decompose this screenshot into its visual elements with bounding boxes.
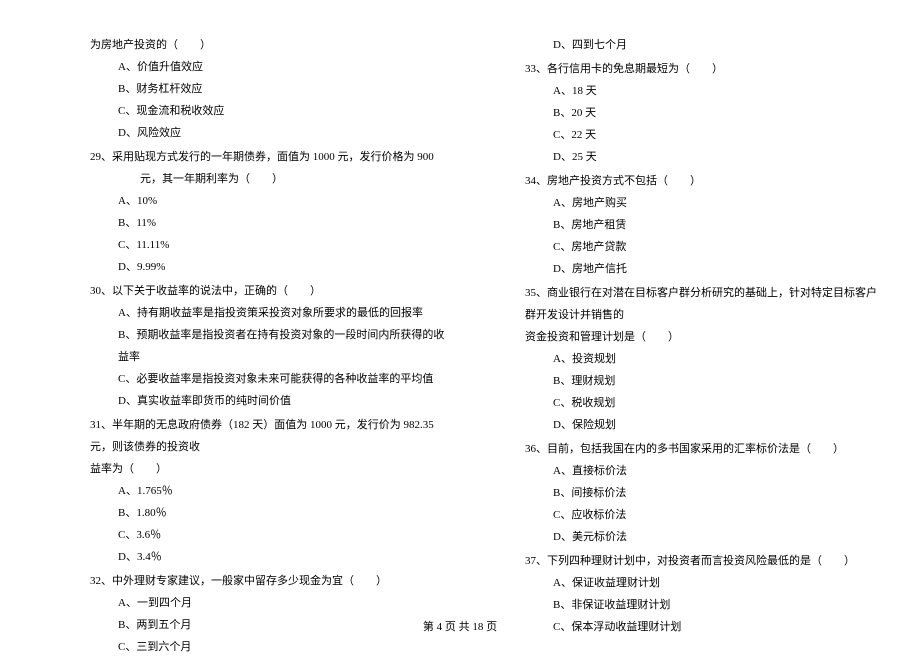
q35-option-a: A、投资规划 xyxy=(553,348,880,370)
q29-stem: 29、采用贴现方式发行的一年期债券，面值为 1000 元，发行价格为 900 元… xyxy=(90,146,445,190)
q34-stem: 34、房地产投资方式不包括（ ） xyxy=(525,170,880,192)
q29-option-c: C、11.11% xyxy=(118,234,445,256)
q37-option-a: A、保证收益理财计划 xyxy=(553,572,880,594)
q34-option-b: B、房地产租赁 xyxy=(553,214,880,236)
q28-option-d: D、风险效应 xyxy=(118,122,445,144)
q29-option-b: B、11% xyxy=(118,212,445,234)
q33-option-a: A、18 天 xyxy=(553,80,880,102)
q32: 32、中外理财专家建议，一般家中留存多少现金为宜（ ） A、一到四个月 B、两到… xyxy=(40,570,445,658)
q31-stem-line1: 31、半年期的无息政府债券（182 天）面值为 1000 元，发行价为 982.… xyxy=(90,414,445,458)
q35-option-c: C、税收规划 xyxy=(553,392,880,414)
q32-option-a: A、一到四个月 xyxy=(118,592,445,614)
q31: 31、半年期的无息政府债券（182 天）面值为 1000 元，发行价为 982.… xyxy=(40,414,445,568)
q30-option-b: B、预期收益率是指投资者在持有投资对象的一段时间内所获得的收益率 xyxy=(118,324,445,368)
q35-option-b: B、理财规划 xyxy=(553,370,880,392)
q30-stem: 30、以下关于收益率的说法中，正确的（ ） xyxy=(90,280,445,302)
left-column: 为房地产投资的（ ） A、价值升值效应 B、财务杠杆效应 C、现金流和税收效应 … xyxy=(40,34,445,658)
q31-option-a: A、1.765％ xyxy=(118,480,445,502)
q37-stem: 37、下列四种理财计划中，对投资者而言投资风险最低的是（ ） xyxy=(525,550,880,572)
q36: 36、目前，包括我国在内的多书国家采用的汇率标价法是（ ） A、直接标价法 B、… xyxy=(475,438,880,548)
q28-option-a: A、价值升值效应 xyxy=(118,56,445,78)
q35-stem-line1: 35、商业银行在对潜在目标客户群分析研究的基础上，针对特定目标客户群开发设计并销… xyxy=(525,282,880,326)
right-column: D、四到七个月 33、各行信用卡的免息期最短为（ ） A、18 天 B、20 天… xyxy=(475,34,880,658)
q28-option-c: C、现金流和税收效应 xyxy=(118,100,445,122)
q30-option-d: D、真实收益率即货币的纯时间价值 xyxy=(118,390,445,412)
q34: 34、房地产投资方式不包括（ ） A、房地产购买 B、房地产租赁 C、房地产贷款… xyxy=(475,170,880,280)
q29-option-d: D、9.99% xyxy=(118,256,445,278)
q36-stem: 36、目前，包括我国在内的多书国家采用的汇率标价法是（ ） xyxy=(525,438,880,460)
q35: 35、商业银行在对潜在目标客户群分析研究的基础上，针对特定目标客户群开发设计并销… xyxy=(475,282,880,436)
q32-stem: 32、中外理财专家建议，一般家中留存多少现金为宜（ ） xyxy=(90,570,445,592)
q33-option-d: D、25 天 xyxy=(553,146,880,168)
q32-option-c: C、三到六个月 xyxy=(118,636,445,658)
q34-option-a: A、房地产购买 xyxy=(553,192,880,214)
q33-stem: 33、各行信用卡的免息期最短为（ ） xyxy=(525,58,880,80)
page-content: 为房地产投资的（ ） A、价值升值效应 B、财务杠杆效应 C、现金流和税收效应 … xyxy=(0,0,920,668)
q31-option-b: B、1.80％ xyxy=(118,502,445,524)
q33-option-c: C、22 天 xyxy=(553,124,880,146)
q28-fragment-stem: 为房地产投资的（ ） xyxy=(90,34,445,56)
q37-option-b: B、非保证收益理财计划 xyxy=(553,594,880,616)
q30-option-c: C、必要收益率是指投资对象未来可能获得的各种收益率的平均值 xyxy=(118,368,445,390)
q30: 30、以下关于收益率的说法中，正确的（ ） A、持有期收益率是指投资策采投资对象… xyxy=(40,280,445,412)
q31-stem-line2: 益率为（ ） xyxy=(90,458,445,480)
q36-option-c: C、应收标价法 xyxy=(553,504,880,526)
q35-stem-line2: 资金投资和管理计划是（ ） xyxy=(525,326,880,348)
q34-option-d: D、房地产信托 xyxy=(553,258,880,280)
page-footer: 第 4 页 共 18 页 xyxy=(0,618,920,634)
q32-option-d: D、四到七个月 xyxy=(553,34,880,56)
q29: 29、采用贴现方式发行的一年期债券，面值为 1000 元，发行价格为 900 元… xyxy=(40,146,445,278)
q36-option-d: D、美元标价法 xyxy=(553,526,880,548)
q30-option-a: A、持有期收益率是指投资策采投资对象所要求的最低的回报率 xyxy=(118,302,445,324)
q29-option-a: A、10% xyxy=(118,190,445,212)
q35-option-d: D、保险规划 xyxy=(553,414,880,436)
q33-option-b: B、20 天 xyxy=(553,102,880,124)
q31-option-c: C、3.6％ xyxy=(118,524,445,546)
q34-option-c: C、房地产贷款 xyxy=(553,236,880,258)
q31-option-d: D、3.4％ xyxy=(118,546,445,568)
q28-option-b: B、财务杠杆效应 xyxy=(118,78,445,100)
q36-option-b: B、间接标价法 xyxy=(553,482,880,504)
q33: 33、各行信用卡的免息期最短为（ ） A、18 天 B、20 天 C、22 天 … xyxy=(475,58,880,168)
q36-option-a: A、直接标价法 xyxy=(553,460,880,482)
